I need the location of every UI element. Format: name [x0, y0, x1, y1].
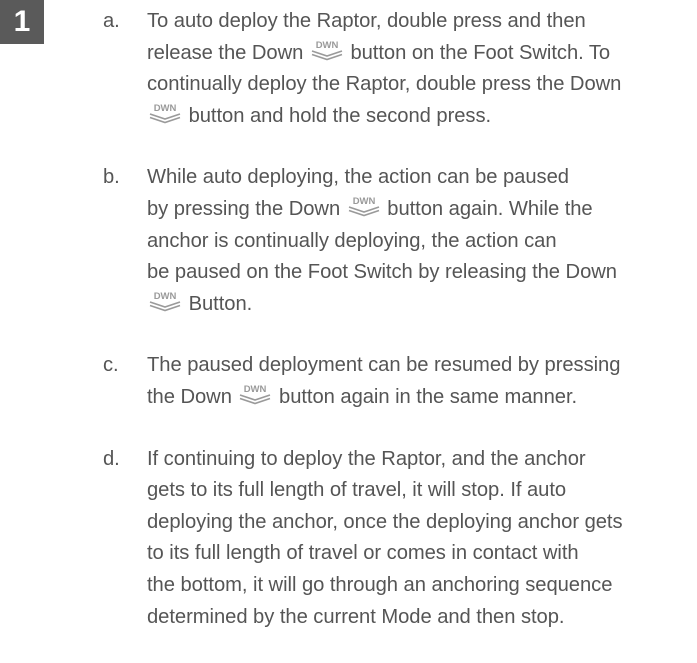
text-line: be paused on the Foot Switch by releasin…	[147, 257, 697, 289]
text-segment: To auto deploy the Raptor, double press …	[147, 10, 586, 32]
dwn-button-icon: DWN	[347, 195, 381, 217]
text-line: The paused deployment can be resumed by …	[147, 350, 697, 382]
instruction-item: a. To auto deploy the Raptor, double pres…	[103, 6, 697, 132]
instruction-item: c. The paused deployment can be resumed b…	[103, 350, 697, 413]
text-line: release the Down DWN button on the Foot …	[147, 38, 697, 70]
text-segment: release the Down	[147, 41, 304, 64]
text-segment: button again in the same manner.	[279, 385, 578, 408]
text-segment: button on the Foot Switch. To	[350, 41, 611, 64]
text-segment: gets to its full length of travel, it wi…	[147, 479, 567, 502]
text-line: To auto deploy the Raptor, double press …	[147, 6, 697, 38]
dwn-button-icon: DWN	[310, 39, 344, 61]
text-segment: be paused on the Foot Switch by releasin…	[147, 261, 617, 284]
text-segment: button and hold the second press.	[188, 104, 492, 127]
instruction-item: d. If continuing to deploy the Raptor, an…	[103, 444, 697, 634]
text-segment: While auto deploying, the action can be …	[147, 166, 569, 189]
dwn-icon-label: DWN	[244, 384, 267, 395]
text-line: continually deploy the Raptor, double pr…	[147, 69, 697, 101]
dwn-icon-label: DWN	[154, 103, 177, 114]
item-letter: b.	[103, 166, 120, 189]
text-segment: determined by the current Mode and then …	[147, 605, 565, 628]
text-line: to its full length of travel or comes in…	[147, 538, 697, 570]
text-line: DWN button and hold the second press.	[147, 101, 697, 133]
item-letter: d.	[103, 447, 120, 470]
text-segment: anchor is continually deploying, the act…	[147, 229, 557, 252]
text-segment: the Down	[147, 385, 232, 408]
text-line: determined by the current Mode and then …	[147, 602, 697, 634]
text-line: DWN Button.	[147, 289, 697, 321]
dwn-button-icon: DWN	[148, 102, 182, 124]
item-letter: c.	[103, 354, 119, 377]
text-line: the bottom, it will go through an anchor…	[147, 570, 697, 602]
text-line: If continuing to deploy the Raptor, and …	[147, 444, 697, 476]
text-segment: button again. While the	[387, 197, 593, 220]
dwn-button-icon: DWN	[148, 290, 182, 312]
text-segment: continually deploy the Raptor, double pr…	[147, 73, 622, 96]
instruction-item: b. While auto deploying, the action can b…	[103, 162, 697, 320]
text-line: deploying the anchor, once the deploying…	[147, 507, 697, 539]
step-number-badge: 1	[0, 0, 44, 44]
text-segment: by pressing the Down	[147, 197, 341, 220]
text-line: by pressing the Down DWN button again. W…	[147, 194, 697, 226]
item-letter: a.	[103, 10, 120, 32]
dwn-icon-label: DWN	[352, 196, 375, 207]
instruction-list: a. To auto deploy the Raptor, double pres…	[103, 6, 697, 633]
text-line: While auto deploying, the action can be …	[147, 162, 697, 194]
text-line: anchor is continually deploying, the act…	[147, 226, 697, 258]
text-segment: to its full length of travel or comes in…	[147, 542, 579, 565]
text-segment: Button.	[188, 292, 253, 315]
dwn-button-icon: DWN	[238, 383, 272, 405]
text-line: the Down DWN button again in the same ma…	[147, 382, 697, 414]
text-segment: If continuing to deploy the Raptor, and …	[147, 447, 586, 470]
item-text: While auto deploying, the action can be …	[147, 162, 697, 320]
text-line: gets to its full length of travel, it wi…	[147, 475, 697, 507]
text-segment: deploying the anchor, once the deploying…	[147, 510, 623, 533]
dwn-icon-label: DWN	[154, 291, 177, 302]
item-text: If continuing to deploy the Raptor, and …	[147, 444, 697, 634]
text-segment: The paused deployment can be resumed by …	[147, 354, 621, 377]
item-text: The paused deployment can be resumed by …	[147, 350, 697, 413]
text-segment: the bottom, it will go through an anchor…	[147, 573, 613, 596]
dwn-icon-label: DWN	[316, 40, 339, 51]
item-text: To auto deploy the Raptor, double press …	[147, 6, 697, 132]
